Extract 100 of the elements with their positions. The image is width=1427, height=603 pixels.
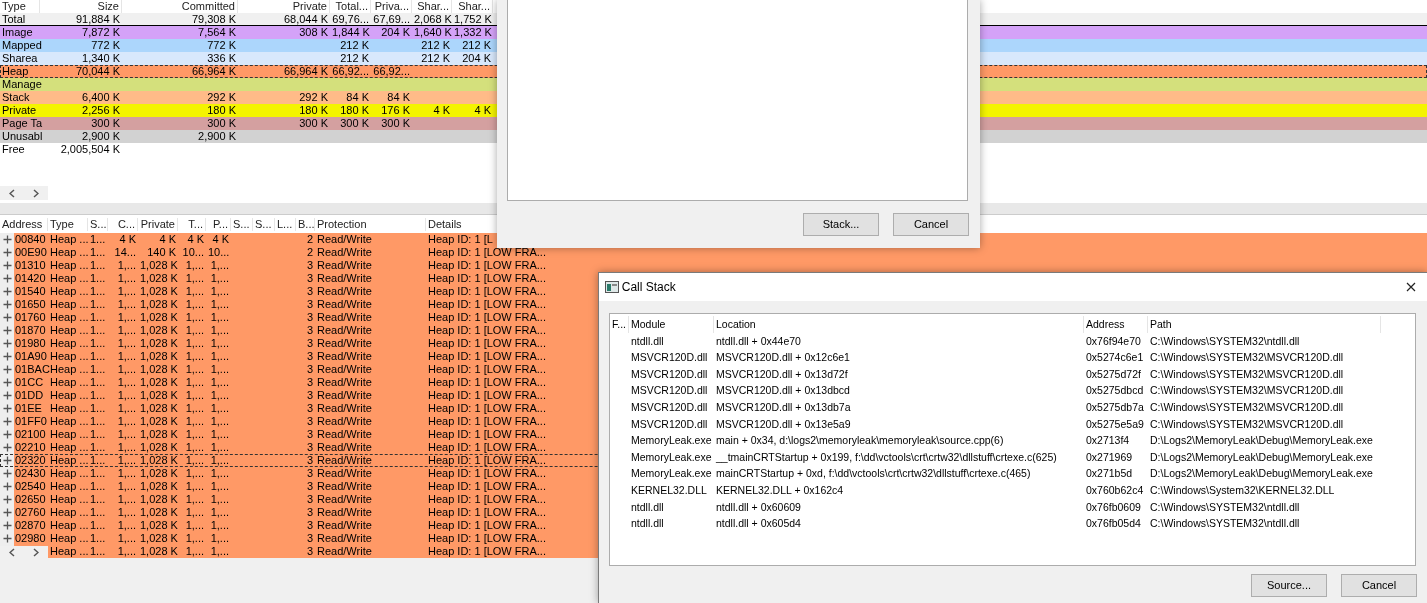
table-cell-text: MSVCR120D.dll [630, 416, 709, 432]
table-cell-text: 3 [305, 428, 314, 441]
table-cell-text: 3 [305, 272, 314, 285]
table-cell-text: 1... [89, 285, 107, 298]
table-cell-text: 3 [305, 506, 314, 519]
table-cell-text: 1... [89, 376, 107, 389]
table-cell-text: 1,... [116, 259, 137, 272]
table-cell-text: 70,044 K [74, 65, 121, 78]
table-cell-text: 3 [305, 363, 314, 376]
table-cell-text: 1,340 K [81, 52, 121, 65]
table-cell-text: 1,... [184, 272, 205, 285]
table-cell-text: 1... [89, 363, 107, 376]
table-cell-text: 1,... [116, 454, 137, 467]
table-cell-text: main + 0x34, d:\logs2\memoryleak\memoryleak\source.cpp(6) [715, 433, 1005, 449]
table-cell-text: MSVCR120D.dll [630, 383, 709, 399]
table-cell-text: 3 [305, 415, 314, 428]
table-cell-text: MSVCR120D.dll [630, 350, 709, 366]
table-cell-text: Read/Write [316, 272, 373, 285]
table-cell-text: Heap ID: 1 [LOW FRA... [427, 532, 547, 545]
table-cell-text: 4 K [186, 233, 205, 246]
table-cell-text: 1,... [209, 454, 230, 467]
table-cell: 01A90 [14, 350, 48, 363]
table-cell-text: 1,... [209, 337, 230, 350]
table-cell-text: 1,... [209, 493, 230, 506]
table-cell-text: 0x271b5d [1085, 466, 1134, 482]
table-cell-text: 4 K [473, 104, 492, 117]
table-cell-text: 1,... [116, 415, 137, 428]
table-cell-text: 1,028 K [139, 324, 178, 337]
table-cell-text: 84 K [345, 91, 370, 104]
table-cell-text: 1,... [184, 337, 205, 350]
table-cell-text: Read/Write [316, 233, 373, 246]
table-cell-text: 1,028 K [139, 285, 178, 298]
table-cell-text: Heap ID: 1 [LOW FRA... [427, 311, 547, 324]
table-cell-text: 1,028 K [139, 519, 178, 532]
table-cell-text: 1... [89, 337, 107, 350]
table-cell-text: 1,028 K [139, 415, 178, 428]
table-cell-text: C:\Windows\System32\KERNEL32.DLL [1149, 482, 1336, 498]
table-cell-text: Heap ID: 1 [LOW FRA... [427, 415, 547, 428]
table-cell-text: ntdll.dll [630, 333, 665, 349]
table-cell-text: Heap ... [49, 389, 88, 402]
table-cell-text: Unusabl [1, 130, 40, 143]
table-cell-text: 01540 [14, 285, 47, 298]
table-cell-text: Read/Write [316, 441, 373, 454]
table-cell-text: Heap ID: 1 [LOW FRA... [427, 428, 547, 441]
table-cell-text: 1,... [116, 506, 137, 519]
table-cell-text: 1... [89, 506, 107, 519]
table-cell-text: 4 K [158, 233, 177, 246]
window-title: Call Stack [621, 280, 676, 294]
table-cell-text: 3 [305, 454, 314, 467]
table-cell-text: 1,... [116, 467, 137, 480]
table-cell-text: 1,... [116, 376, 137, 389]
table-cell-text: C:\Windows\SYSTEM32\MSVCR120D.dll [1149, 399, 1345, 415]
table-cell-text: 02870 [14, 519, 47, 532]
table-cell-text: 1,... [116, 389, 137, 402]
table-cell-text: Heap ... [49, 350, 88, 363]
table-cell-text: Heap ... [49, 272, 88, 285]
table-cell-text: 02980 [14, 532, 47, 545]
table-cell-text: 1... [89, 467, 107, 480]
table-cell-text: ntdll.dll [630, 499, 665, 515]
table-cell-text: 1... [89, 415, 107, 428]
table-cell-text: Heap [1, 65, 30, 78]
table-cell-text: 1... [89, 246, 107, 259]
table-cell-text: Heap ... [49, 519, 88, 532]
table-cell-text: 02320 [14, 454, 47, 467]
table-cell-text: 212 K [339, 39, 370, 52]
table-cell-text: Read/Write [316, 519, 373, 532]
table-cell-text: 1,... [184, 324, 205, 337]
table-cell-text: 1,... [116, 532, 137, 545]
table-cell-text: 02760 [14, 506, 47, 519]
table-cell-text: 3 [305, 285, 314, 298]
table-cell-text: Read/Write [316, 324, 373, 337]
table-cell-text: 0x5274c6e1 [1085, 350, 1145, 366]
table-cell-text: 204 K [461, 52, 492, 65]
table-cell-text: 300 K [339, 117, 370, 130]
table-cell-text: 00840 [14, 233, 47, 246]
table-cell-text: 69,76... [331, 13, 370, 25]
table-cell-text: 1,... [209, 519, 230, 532]
table-cell-text: 1,028 K [139, 363, 178, 376]
table-cell-text: 1... [89, 402, 107, 415]
table-cell-text: Heap ID: 1 [LOW FRA... [427, 350, 547, 363]
table-cell-text: 300 K [380, 117, 411, 130]
table-cell-text: Heap ... [49, 233, 88, 246]
table-cell-text: 1... [89, 324, 107, 337]
table-cell-text: 1,028 K [139, 402, 178, 415]
table-cell-text: Heap ID: 1 [LOW FRA... [427, 545, 547, 558]
table-cell-text: 1,... [184, 376, 205, 389]
table-cell-text: 2,005,504 K [59, 143, 121, 156]
table-cell-text: Heap ... [49, 363, 88, 376]
table-cell-text: 01650 [14, 298, 47, 311]
table-cell-text: Heap ID: 1 [LOW FRA... [427, 337, 547, 350]
table-cell-text: C:\Windows\SYSTEM32\MSVCR120D.dll [1149, 366, 1345, 382]
table-cell-text: 66,92... [331, 65, 370, 78]
table-cell-text: 1,028 K [139, 311, 178, 324]
table-cell-text: 3 [305, 480, 314, 493]
table-cell-text: Read/Write [316, 532, 373, 545]
table-cell-text: C:\Windows\SYSTEM32\ntdll.dll [1149, 516, 1301, 532]
table-cell-text: Read/Write [316, 467, 373, 480]
table-cell-text: 1,... [116, 350, 137, 363]
table-cell-text: MemoryLeak.exe [630, 466, 713, 482]
table-cell-text: Heap ID: 1 [LOW FRA... [427, 506, 547, 519]
